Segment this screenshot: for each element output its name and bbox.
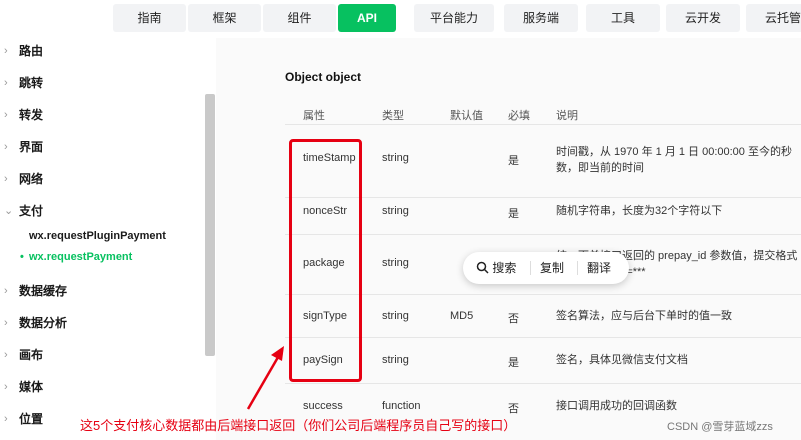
annotation-arrow (246, 346, 284, 410)
annotation-text: 这5个支付核心数据都由后端接口返回（你们公司后端程序员自己写的接口） (80, 418, 517, 433)
arrow-shaft (246, 351, 283, 410)
search-icon (476, 261, 489, 274)
translate-action[interactable]: 翻译 (587, 252, 611, 284)
text-selection-menu: 搜索 复制 翻译 (463, 252, 629, 284)
menu-separator (530, 261, 531, 275)
search-action[interactable]: 搜索 (476, 252, 516, 284)
menu-separator (577, 261, 578, 275)
copy-action[interactable]: 复制 (540, 252, 564, 284)
watermark: CSDN @雪芽蓝域zzs (667, 421, 773, 433)
